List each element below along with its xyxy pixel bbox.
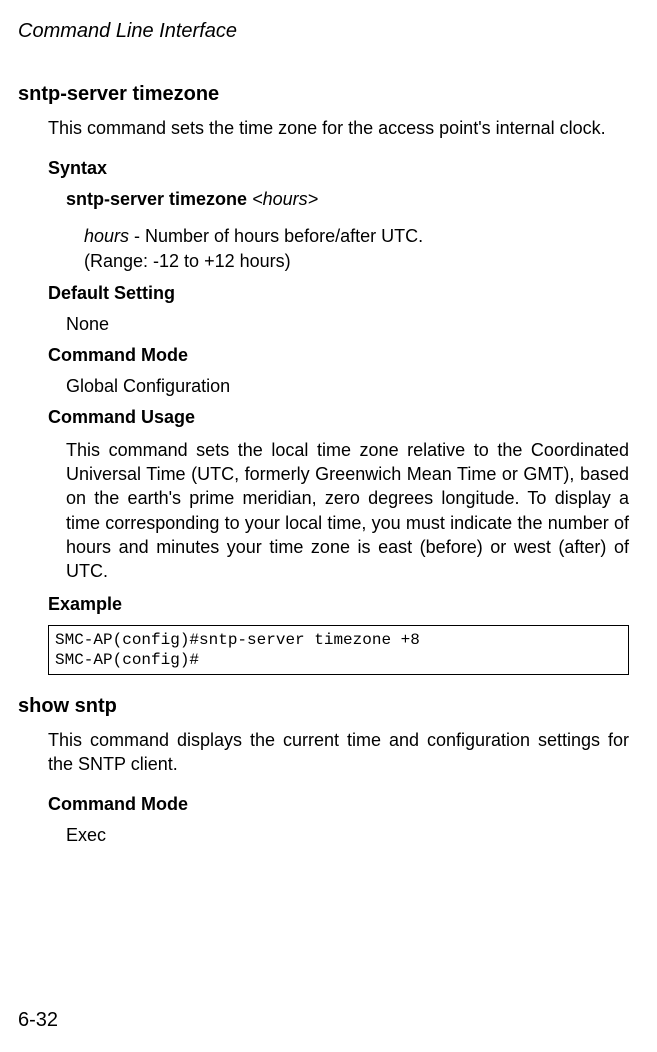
parameter-description: hours - Number of hours before/after UTC… <box>84 224 629 273</box>
command-usage-text: This command sets the local time zone re… <box>66 438 629 584</box>
syntax-command-bold: sntp-server timezone <box>66 189 247 209</box>
command-usage-heading: Command Usage <box>48 407 629 428</box>
command-mode-heading-1: Command Mode <box>48 345 629 366</box>
parameter-range: (Range: -12 to +12 hours) <box>84 251 291 271</box>
section2-description: This command displays the current time a… <box>48 728 629 777</box>
default-setting-value: None <box>66 314 629 335</box>
syntax-heading: Syntax <box>48 158 629 179</box>
example-code-block: SMC-AP(config)#sntp-server timezone +8 S… <box>48 625 629 675</box>
example-heading: Example <box>48 594 629 615</box>
section1-description: This command sets the time zone for the … <box>48 116 629 140</box>
command-mode-value-2: Exec <box>66 825 629 846</box>
page-number: 6-32 <box>18 1009 58 1032</box>
parameter-rest: - Number of hours before/after UTC. <box>129 226 423 246</box>
default-setting-heading: Default Setting <box>48 283 629 304</box>
command-mode-heading-2: Command Mode <box>48 794 629 815</box>
syntax-line: sntp-server timezone <hours> <box>66 189 629 210</box>
page-header: Command Line Interface <box>18 20 629 43</box>
section-title-show-sntp: show sntp <box>18 695 629 718</box>
parameter-name: hours <box>84 226 129 246</box>
syntax-command-param: <hours> <box>252 189 318 209</box>
command-mode-value-1: Global Configuration <box>66 376 629 397</box>
section-title-sntp-server-timezone: sntp-server timezone <box>18 83 629 106</box>
